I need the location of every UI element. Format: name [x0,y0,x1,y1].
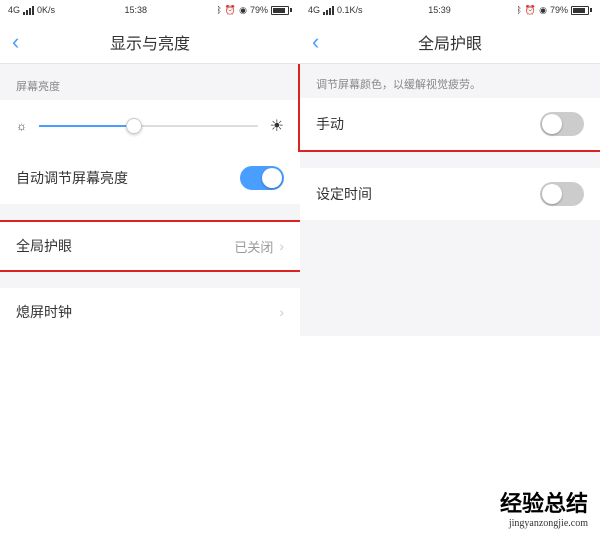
battery-pct: 79% [550,5,568,15]
standby-clock-row[interactable]: 熄屏时钟 › [0,288,300,336]
phone-left: 4G 0K/s 15:38 ᛒ ⏰ ◉ 79% ‹ 显示与亮度 屏幕亮度 ☼ [0,0,300,336]
header: ‹ 显示与亮度 [0,20,300,64]
battery-icon [571,6,592,15]
bluetooth-icon: ᛒ [217,5,222,15]
watermark-cn: 经验总结 [500,486,588,518]
status-bar: 4G 0.1K/s 15:39 ᛒ ⏰ ◉ 79% [300,0,600,20]
back-icon[interactable]: ‹ [12,29,19,55]
standby-clock-label: 熄屏时钟 [16,302,72,322]
chevron-right-icon: › [279,238,284,254]
watermark-en: jingyanzongjie.com [500,518,588,529]
eye-care-desc: 调节屏幕颜色，以缓解视觉疲劳。 [300,64,600,98]
alarm-icon: ⏰ [525,5,536,16]
manual-toggle[interactable] [540,112,584,136]
brightness-slider[interactable] [39,125,258,127]
page-title: 显示与亮度 [110,30,190,54]
bluetooth-icon: ᛒ [517,5,522,15]
back-icon[interactable]: ‹ [312,29,319,55]
signal-icon [23,6,34,15]
manual-row[interactable]: 手动 [300,98,600,150]
battery-icon [271,6,292,15]
signal-icon [323,6,334,15]
network-label: 4G [8,5,20,15]
data-speed: 0K/s [37,5,55,15]
schedule-toggle[interactable] [540,182,584,206]
network-label: 4G [308,5,320,15]
auto-brightness-toggle[interactable] [240,166,284,190]
header: ‹ 全局护眼 [300,20,600,64]
alarm-icon: ⏰ [225,5,236,16]
data-speed: 0.1K/s [337,5,363,15]
watermark: 经验总结 jingyanzongjie.com [500,486,588,529]
chevron-right-icon: › [279,304,284,320]
phone-right: 4G 0.1K/s 15:39 ᛒ ⏰ ◉ 79% ‹ 全局护眼 调节屏幕颜色，… [300,0,600,336]
auto-brightness-label: 自动调节屏幕亮度 [16,168,128,188]
status-time: 15:39 [428,5,451,15]
page-title: 全局护眼 [418,30,482,54]
battery-pct: 79% [250,5,268,15]
status-time: 15:38 [125,5,148,15]
auto-brightness-row[interactable]: 自动调节屏幕亮度 [0,152,300,204]
schedule-row[interactable]: 设定时间 [300,168,600,220]
status-bar: 4G 0K/s 15:38 ᛒ ⏰ ◉ 79% [0,0,300,20]
sun-low-icon: ☼ [16,119,27,133]
brightness-label: 屏幕亮度 [0,64,300,100]
wifi-icon: ◉ [239,5,247,16]
eye-care-label: 全局护眼 [16,236,72,256]
slider-thumb[interactable] [126,118,142,134]
schedule-label: 设定时间 [316,184,372,204]
brightness-slider-row: ☼ ☀ [0,100,300,152]
wifi-icon: ◉ [539,5,547,16]
eye-care-row[interactable]: 全局护眼 已关闭 › [0,222,300,270]
manual-label: 手动 [316,114,344,134]
eye-care-value: 已关闭 [234,237,273,256]
sun-high-icon: ☀ [270,116,284,136]
